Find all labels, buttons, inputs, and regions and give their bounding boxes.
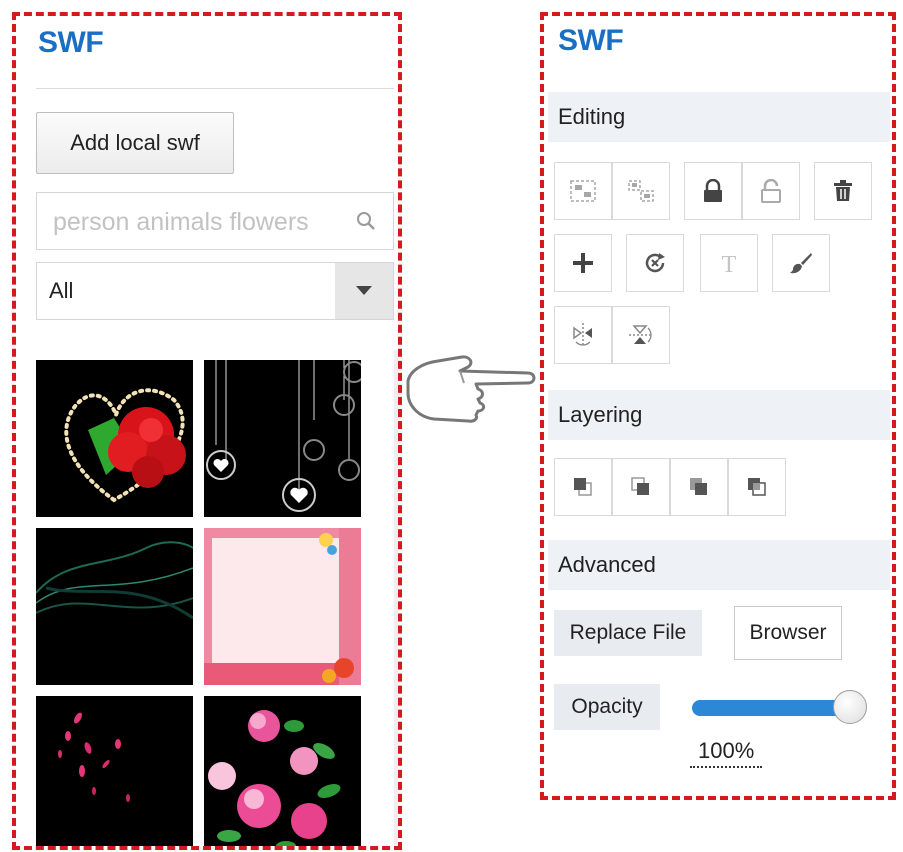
scrollbar[interactable] [394, 350, 398, 846]
swf-library-panel: SWF Add local swf All [12, 12, 402, 850]
category-selected-value: All [49, 278, 74, 303]
send-to-back-icon [631, 477, 649, 495]
flip-vertical-button[interactable] [612, 306, 670, 364]
unlock-button[interactable] [742, 162, 800, 220]
flip-horizontal-button[interactable] [554, 306, 612, 364]
flip-horizontal-icon [573, 323, 592, 347]
panel-title: SWF [558, 24, 624, 57]
thumbnail-hanging-hearts[interactable] [204, 360, 361, 517]
ungroup-icon [628, 180, 654, 202]
section-editing: Editing [548, 92, 890, 142]
opacity-slider-fill [692, 700, 852, 716]
bring-to-front-button[interactable] [554, 458, 612, 516]
dropdown-arrow[interactable] [335, 263, 393, 319]
browser-button[interactable]: Browser [734, 606, 842, 660]
thumbnail-green-light-waves[interactable] [36, 528, 193, 685]
category-select[interactable]: All [36, 262, 394, 320]
thumbnail-pink-floral-frame[interactable] [204, 528, 361, 685]
group-button[interactable] [554, 162, 612, 220]
send-to-back-button[interactable] [612, 458, 670, 516]
ungroup-button[interactable] [612, 162, 670, 220]
add-local-swf-button[interactable]: Add local swf [36, 112, 234, 174]
reset-button[interactable] [626, 234, 684, 292]
opacity-slider-thumb[interactable] [833, 690, 867, 724]
add-icon [573, 253, 593, 273]
lock-button[interactable] [684, 162, 742, 220]
section-layering: Layering [548, 390, 890, 440]
delete-icon [834, 180, 852, 201]
divider [36, 88, 394, 89]
text-icon: T [722, 252, 737, 275]
chevron-down-icon [356, 286, 372, 295]
section-advanced: Advanced [548, 540, 890, 590]
bring-forward-button[interactable] [670, 458, 728, 516]
brush-icon [790, 253, 812, 274]
search-icon[interactable] [355, 210, 377, 232]
send-backward-button[interactable] [728, 458, 786, 516]
send-backward-icon [748, 478, 766, 496]
brush-button[interactable] [772, 234, 830, 292]
swf-properties-panel: SWF Editing T Layering Advanced Replace … [540, 12, 896, 800]
pointing-hand-icon [406, 355, 536, 423]
opacity-value[interactable]: 100% [690, 738, 763, 768]
panel-title: SWF [38, 26, 104, 59]
delete-button[interactable] [814, 162, 872, 220]
search-box [36, 192, 394, 250]
opacity-slider[interactable] [692, 690, 867, 724]
opacity-label: Opacity [554, 684, 660, 730]
thumbnail-heart-roses[interactable] [36, 360, 193, 517]
thumbnail-falling-petals[interactable] [36, 696, 193, 846]
replace-file-button[interactable]: Replace File [554, 610, 702, 656]
group-icon [570, 180, 596, 202]
lock-icon [704, 179, 722, 202]
bring-forward-icon [690, 478, 707, 495]
reset-icon [645, 253, 665, 273]
add-button[interactable] [554, 234, 612, 292]
flip-vertical-icon [629, 325, 653, 344]
bring-to-front-icon [574, 478, 592, 496]
thumbnail-peony-flowers[interactable] [204, 696, 361, 846]
svg-text:T: T [722, 252, 737, 275]
unlock-icon [761, 179, 781, 203]
search-input[interactable] [51, 205, 345, 239]
text-button[interactable]: T [700, 234, 758, 292]
